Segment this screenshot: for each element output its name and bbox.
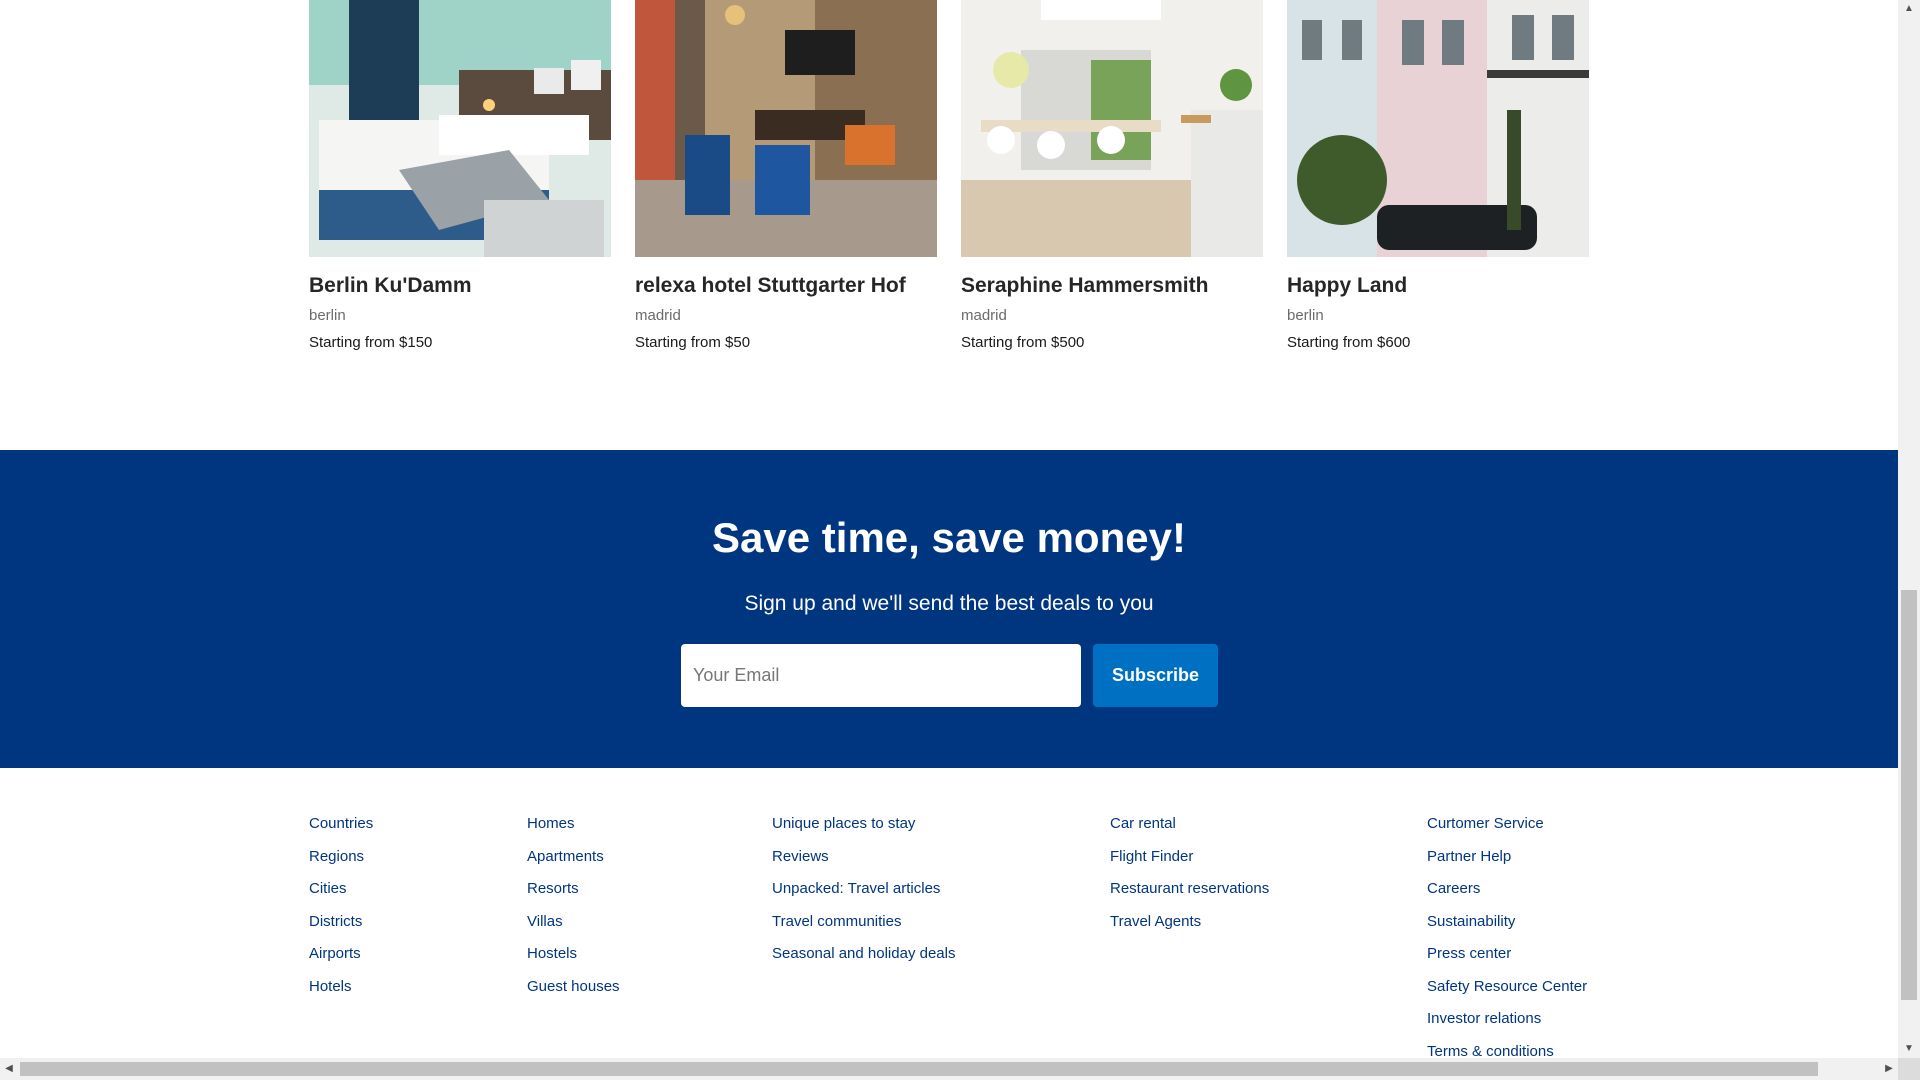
footer-column-destinations: Countries Regions Cities Districts Airpo… — [309, 808, 373, 1003]
footer-link[interactable]: Airports — [309, 938, 373, 971]
footer-link[interactable]: Flight Finder — [1110, 841, 1269, 874]
footer-link[interactable]: Reviews — [772, 841, 955, 874]
footer-link[interactable]: Districts — [309, 906, 373, 939]
property-city: madrid — [635, 307, 681, 325]
footer-link[interactable]: Sustainability — [1427, 906, 1587, 939]
footer-link[interactable]: Careers — [1427, 873, 1587, 906]
subscribe-button[interactable]: Subscribe — [1093, 644, 1218, 707]
scroll-right-icon[interactable]: ▶ — [1880, 1058, 1898, 1080]
footer-column-services: Car rental Flight Finder Restaurant rese… — [1110, 808, 1269, 938]
footer-link[interactable]: Unique places to stay — [772, 808, 955, 841]
footer-column-company: Curtomer Service Partner Help Careers Su… — [1427, 808, 1587, 1058]
property-card[interactable]: Happy Land berlin Starting from $600 — [1287, 0, 1589, 351]
property-cards: Berlin Ku'Damm berlin Starting from $150 — [309, 0, 1591, 351]
footer-link[interactable]: Safety Resource Center — [1427, 971, 1587, 1004]
footer-link[interactable]: Villas — [527, 906, 620, 939]
footer-link[interactable]: Regions — [309, 841, 373, 874]
vertical-scroll-thumb[interactable] — [1901, 590, 1917, 1000]
footer-column-discover: Unique places to stay Reviews Unpacked: … — [772, 808, 955, 971]
footer-link[interactable]: Resorts — [527, 873, 620, 906]
footer-column-property-types: Homes Apartments Resorts Villas Hostels … — [527, 808, 620, 1003]
footer-link[interactable]: Restaurant reservations — [1110, 873, 1269, 906]
property-name[interactable]: Seraphine Hammersmith — [961, 273, 1263, 298]
footer-link[interactable]: Seasonal and holiday deals — [772, 938, 955, 971]
scroll-up-icon[interactable]: ▲ — [1898, 0, 1920, 18]
scrollbar-corner — [1898, 1058, 1920, 1080]
property-price: Starting from $500 — [961, 334, 1085, 352]
property-card[interactable]: Seraphine Hammersmith madrid Starting fr… — [961, 0, 1263, 351]
page-viewport: Berlin Ku'Damm berlin Starting from $150 — [0, 0, 1898, 1058]
property-card[interactable]: relexa hotel Stuttgarter Hof madrid Star… — [635, 0, 937, 351]
property-name[interactable]: Happy Land — [1287, 273, 1589, 298]
property-photo-bedroom[interactable] — [309, 0, 611, 257]
property-photo-kitchen[interactable] — [961, 0, 1263, 257]
newsletter-section: Save time, save money! Sign up and we'll… — [0, 450, 1898, 768]
property-city: berlin — [1287, 307, 1324, 325]
footer-link[interactable]: Homes — [527, 808, 620, 841]
property-card[interactable]: Berlin Ku'Damm berlin Starting from $150 — [309, 0, 611, 351]
footer-link[interactable]: Guest houses — [527, 971, 620, 1004]
horizontal-scrollbar[interactable]: ◀ ▶ — [0, 1058, 1898, 1080]
footer-link[interactable]: Terms & conditions — [1427, 1036, 1587, 1059]
property-name[interactable]: relexa hotel Stuttgarter Hof — [635, 273, 937, 298]
property-price: Starting from $600 — [1287, 334, 1411, 352]
vertical-scrollbar[interactable]: ▲ ▼ — [1898, 0, 1920, 1080]
footer-link[interactable]: Partner Help — [1427, 841, 1587, 874]
footer-link[interactable]: Hotels — [309, 971, 373, 1004]
footer-link[interactable]: Car rental — [1110, 808, 1269, 841]
footer-link[interactable]: Travel communities — [772, 906, 955, 939]
property-price: Starting from $50 — [635, 334, 751, 352]
footer-link[interactable]: Investor relations — [1427, 1003, 1587, 1036]
property-photo-lounge[interactable] — [635, 0, 937, 257]
footer-link[interactable]: Press center — [1427, 938, 1587, 971]
property-city: madrid — [961, 307, 1007, 325]
horizontal-scroll-thumb[interactable] — [20, 1062, 1818, 1076]
scroll-left-icon[interactable]: ◀ — [0, 1058, 18, 1080]
footer-links: Countries Regions Cities Districts Airpo… — [0, 768, 1898, 1058]
property-photo-townhouse[interactable] — [1287, 0, 1589, 257]
footer-link[interactable]: Travel Agents — [1110, 906, 1269, 939]
newsletter-title: Save time, save money! — [712, 514, 1186, 561]
property-name[interactable]: Berlin Ku'Damm — [309, 273, 611, 298]
footer-link[interactable]: Curtomer Service — [1427, 808, 1587, 841]
footer-link[interactable]: Apartments — [527, 841, 620, 874]
newsletter-subtitle: Sign up and we'll send the best deals to… — [744, 592, 1154, 615]
property-price: Starting from $150 — [309, 334, 433, 352]
scroll-down-icon[interactable]: ▼ — [1898, 1040, 1920, 1058]
email-input[interactable] — [681, 644, 1081, 707]
footer-link[interactable]: Cities — [309, 873, 373, 906]
footer-link[interactable]: Unpacked: Travel articles — [772, 873, 955, 906]
footer-link[interactable]: Hostels — [527, 938, 620, 971]
footer-link[interactable]: Countries — [309, 808, 373, 841]
property-city: berlin — [309, 307, 346, 325]
